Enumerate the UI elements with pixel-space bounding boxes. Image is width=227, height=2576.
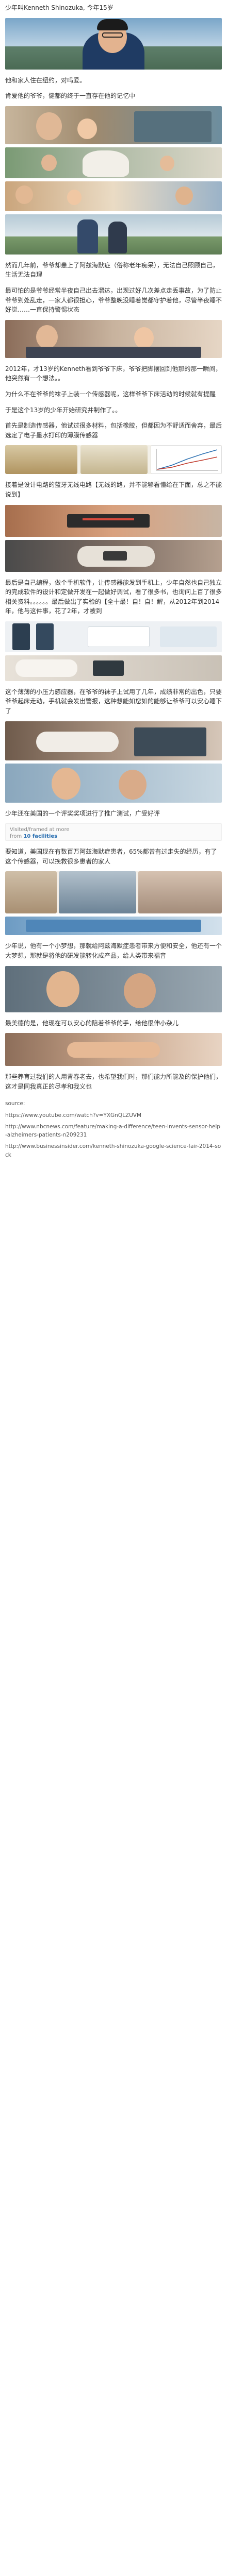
photo-grandparents xyxy=(5,181,222,211)
face-shape xyxy=(160,155,174,171)
award-text: 少年还在美国的一个评奖奖项进行了推广测试，广受好评 xyxy=(5,809,160,817)
sources-section: source: https://www.youtube.com/watch?v=… xyxy=(0,1094,227,1167)
app-ui-shape xyxy=(88,626,150,647)
research-text: 于是这个13岁的少年开始研究并制作了。。 xyxy=(5,406,122,414)
collage-tile-shape xyxy=(138,871,222,914)
blanket-shape xyxy=(134,727,206,756)
material-sample-shape xyxy=(80,445,148,474)
photo-sock-sensor xyxy=(5,539,222,572)
grandpa-memory-text: 肯爱他的爷爷，健都的终于一直存在他的记忆中 xyxy=(5,92,136,100)
face-shape xyxy=(41,154,57,171)
collage-tile-shape xyxy=(5,871,57,914)
photo-holding-hands xyxy=(5,1033,222,1066)
face-shape xyxy=(15,185,33,204)
visited-from: from 10 facilities xyxy=(10,833,57,840)
holding-hands-text: 最美德的是，他现在可以安心的陪着爷爷的手，给他很伸小杂儿 xyxy=(5,1019,179,1027)
photo-teen-portrait xyxy=(5,18,222,70)
grandpa-face-shape xyxy=(36,112,62,140)
glasses-icon xyxy=(102,32,123,38)
grandpa-face-shape xyxy=(124,973,156,1008)
source-link[interactable]: http://www.nbcnews.com/feature/making-a-… xyxy=(5,1123,222,1140)
chart-thumbnail-icon xyxy=(156,449,218,471)
wandering-text: 最可怕的是爷爷经常半夜自己出去溜达，出现过好几次差点走丢事故，为了防止爷爷到处乱… xyxy=(5,286,222,314)
boy-face-shape xyxy=(52,767,80,800)
wire-shape xyxy=(83,518,134,520)
photo-collage xyxy=(5,871,222,914)
polar-bear-shape xyxy=(83,150,129,177)
source-link[interactable]: http://www.businessinsider.com/kenneth-s… xyxy=(5,1142,222,1159)
source-label: source: xyxy=(5,1100,25,1107)
blanket-shape xyxy=(26,920,201,933)
source-link[interactable]: https://www.youtube.com/watch?v=YXGnQLZU… xyxy=(5,1111,222,1120)
hand-phone-shape xyxy=(160,626,217,647)
photo-standing-outside xyxy=(5,214,222,255)
visited-badge-area: Visited/framed at more from 10 facilitie… xyxy=(5,823,222,841)
sensor-shape xyxy=(93,660,124,676)
programming-text: 最后是自己编程，做个手机软件，让传感器能发到手机上，少年自然也自己独立的完成软件… xyxy=(5,579,222,615)
chart-thumbnail-shape xyxy=(151,445,222,474)
photo-family-polar-bear xyxy=(5,147,222,178)
photo-circuit-hand xyxy=(5,504,222,537)
photo-grandpa-sitting xyxy=(5,319,222,358)
grandpa-face-shape xyxy=(119,769,147,800)
circuit-board-shape xyxy=(67,514,150,528)
face-shape xyxy=(36,325,58,349)
boy-face-shape xyxy=(46,971,79,1007)
table-shape xyxy=(26,346,201,358)
idea-text: 2012年，才13岁的Kenneth看到爷爷下床，爷爷把脚摆回到他那的那一瞬间，… xyxy=(5,365,222,382)
hands-shape xyxy=(67,1042,160,1058)
photo-sock-test xyxy=(5,721,222,760)
photo-boy-grandpa-closeup xyxy=(5,965,222,1012)
closing-text: 那些养育过我们的人用青春老去，也希望我们时，那们能力所能及的保护他们，这才是同我… xyxy=(5,1073,222,1090)
phone-icon xyxy=(12,623,30,650)
testing-text: 这个薄薄的小压力感应器，在爷爷的袜子上试用了几年，成绩非常的出色，只要爷爷起床走… xyxy=(5,688,222,715)
statistics-text: 要知道，美国现在有数百万阿兹海默症患者，65%都曾有过走失的经历，有了这个传感器… xyxy=(5,848,217,865)
dream-text: 少年说，他有一个小梦想，那就给阿兹海默症患者带来方便和安全，他还有一个大梦想，那… xyxy=(5,942,222,960)
face-shape xyxy=(67,189,82,205)
face-shape xyxy=(175,186,193,205)
intro-text: 少年叫Kenneth Shinozuka, 今年15岁 xyxy=(5,4,113,11)
material-sample-shape xyxy=(5,445,77,474)
family-text: 他和家人住在纽约，对吗爱。 xyxy=(5,76,86,84)
photo-boy-grandpa-selfie xyxy=(5,763,222,803)
sock-shape xyxy=(36,731,119,752)
circuit-text: 接着是设计电路的蓝牙无线电路【无线的路，并不能够看懂给在下面，总之不能说到】 xyxy=(5,481,222,498)
from-count[interactable]: 10 facilities xyxy=(23,834,57,839)
boy-figure-shape xyxy=(108,221,127,253)
article: 少年叫Kenneth Shinozuka, 今年15岁 他和家人住在纽约，对吗爱… xyxy=(0,0,227,1174)
phone-icon xyxy=(36,623,54,650)
sensor-shape xyxy=(103,551,127,561)
photo-app-screens xyxy=(5,621,222,652)
photo-sensor-materials xyxy=(5,445,222,474)
photo-grandpa-bed xyxy=(5,917,222,936)
grandpa-figure-shape xyxy=(77,219,98,253)
sensor-idea-text: 为什么不在爷爷的袜子上装一个传感器呢，这样爷爷下床活动的时候就有提醒 xyxy=(5,390,216,398)
background-shape xyxy=(134,111,212,142)
sock-shape xyxy=(15,659,77,677)
collage-tile-shape xyxy=(59,871,136,914)
face-shape xyxy=(134,327,154,349)
materials-text: 首先是制造传感器，他试过很多材料，包括橡胶，但都因为不舒适而舍弃，最后选定了电子… xyxy=(5,422,222,439)
child-face-shape xyxy=(77,118,97,139)
from-label: from xyxy=(10,834,22,840)
photo-grandpa-child xyxy=(5,106,222,144)
illness-text: 然而几年前，爷爷却患上了阿兹海默症（俗称老年痴呆），无法自己照顾自己，生活无法自… xyxy=(5,261,219,279)
photo-sock-on-foot xyxy=(5,655,222,681)
hair-shape xyxy=(97,19,128,30)
